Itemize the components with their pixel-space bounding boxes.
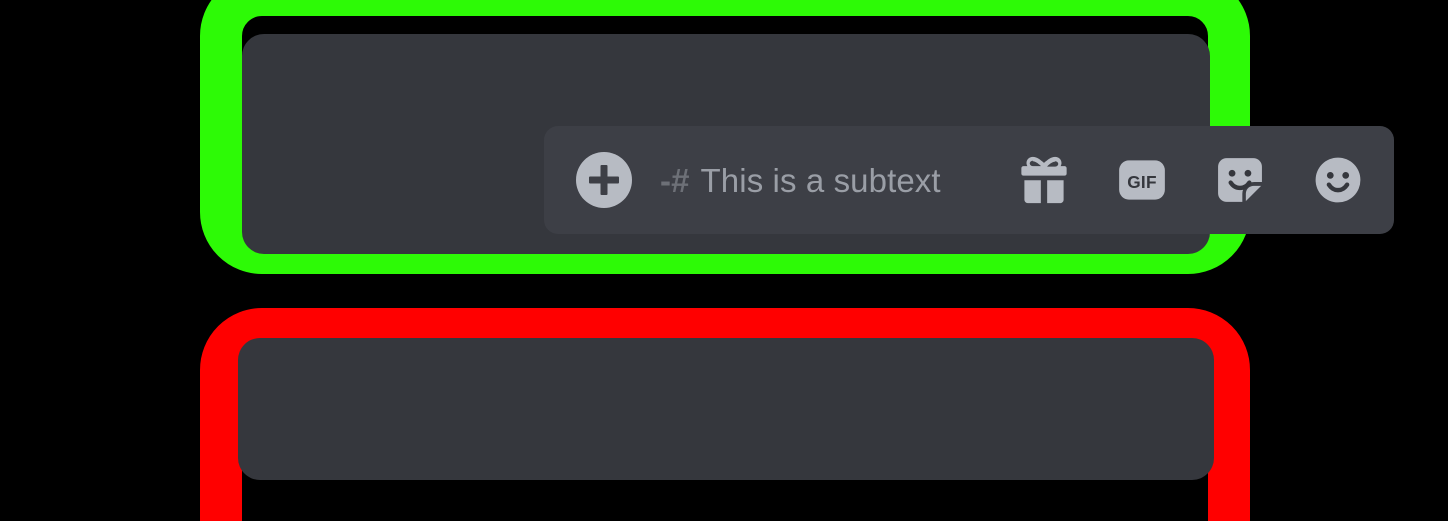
composer-message-valid: This is a subtext: [700, 161, 941, 199]
message-panel-invalid: The rest of this message -# won't be a s…: [238, 338, 1214, 480]
emoji-icon[interactable]: [1310, 152, 1366, 208]
composer-icons-valid: GIF: [1016, 152, 1366, 208]
screenshot-canvas: -# This is a subtext GIF: [0, 0, 1448, 521]
composer-text-valid: -# This is a subtext: [660, 164, 998, 197]
gift-icon[interactable]: [1016, 152, 1072, 208]
plus-icon[interactable]: [576, 152, 632, 208]
svg-text:GIF: GIF: [1127, 172, 1156, 192]
subtext-token: -#: [660, 161, 690, 199]
message-composer-valid[interactable]: -# This is a subtext GIF: [544, 126, 1394, 234]
message-panel-valid: -# This is a subtext GIF: [242, 34, 1394, 254]
sticker-icon[interactable]: [1212, 152, 1268, 208]
gif-icon[interactable]: GIF: [1114, 152, 1170, 208]
